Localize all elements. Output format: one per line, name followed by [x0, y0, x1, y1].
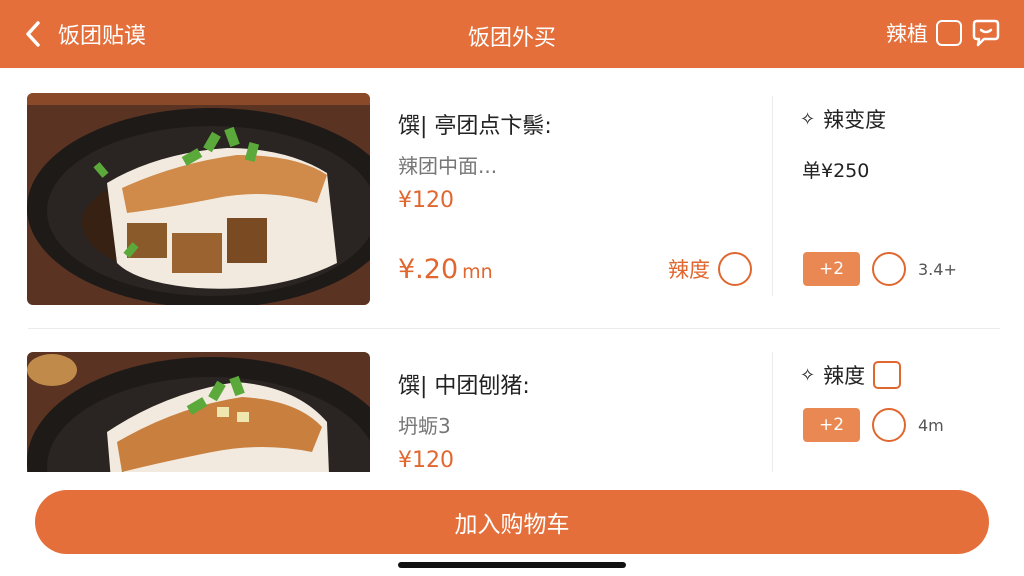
option-checkbox[interactable]: [873, 361, 902, 389]
bottom-bar: 加入购物车: [0, 472, 1024, 576]
option-radio[interactable]: [872, 252, 906, 286]
option-row: +2 4m: [803, 408, 944, 442]
sparkle-icon: ✧: [800, 108, 816, 130]
item-description: 坍蛎3: [398, 414, 451, 438]
option-small-text: 3.4+: [918, 259, 957, 279]
big-price-unit: mn: [462, 261, 493, 283]
big-price-value: ¥.20: [398, 254, 459, 285]
menu-list: 馔| 亭团点卞鬃: 辣团中面... ¥120 ¥.20 mn 辣度 ✧ 辣变度 单…: [0, 68, 1024, 472]
rice-roll-image: [27, 352, 370, 472]
item-big-price: ¥.20 mn: [398, 254, 493, 285]
spice-option[interactable]: 辣度: [668, 252, 752, 286]
spice-radio[interactable]: [718, 252, 752, 286]
option-title: ✧ 辣变度: [800, 104, 886, 134]
option-price: 单¥250: [802, 160, 870, 182]
option-title-label: 辣度: [823, 364, 866, 388]
add-badge-button[interactable]: +2: [803, 408, 860, 442]
option-small-text: 4m: [918, 415, 944, 435]
add-to-cart-button[interactable]: 加入购物车: [35, 490, 989, 554]
spice-filter-label: 辣植: [886, 22, 928, 46]
home-indicator[interactable]: [398, 562, 626, 568]
option-title-label: 辣变度: [823, 108, 887, 132]
option-radio[interactable]: [872, 408, 906, 442]
item-description: 辣团中面...: [398, 154, 498, 178]
divider: [772, 96, 773, 296]
chat-bubble-icon[interactable]: [970, 18, 1002, 48]
divider: [772, 352, 773, 472]
rice-roll-image: [27, 93, 370, 305]
item-price: ¥120: [398, 448, 454, 472]
list-item: 馔| 亭团点卞鬃: 辣团中面... ¥120 ¥.20 mn 辣度 ✧ 辣变度 单…: [0, 68, 1000, 329]
add-badge-button[interactable]: +2: [803, 252, 860, 286]
item-price: ¥120: [398, 188, 454, 213]
spice-option-label: 辣度: [668, 258, 710, 282]
sparkle-icon: ✧: [800, 364, 816, 386]
card-divider: [28, 328, 1000, 329]
item-name: 馔| 亭团点卞鬃:: [398, 114, 552, 139]
option-title: ✧ 辣度: [800, 360, 902, 390]
item-name: 馔| 中团刨猪:: [398, 374, 530, 399]
top-bar: 饭团贴谟 饭团外买 辣植: [0, 0, 1024, 68]
spice-filter-checkbox[interactable]: [936, 20, 962, 46]
list-item: 馔| 中团刨猪: 坍蛎3 ¥120 ✧ 辣度 +2 4m: [0, 330, 1000, 472]
header-actions: 辣植: [886, 18, 1002, 48]
option-row: +2 3.4+: [803, 252, 957, 286]
page-title: 饭团外买: [467, 26, 556, 51]
